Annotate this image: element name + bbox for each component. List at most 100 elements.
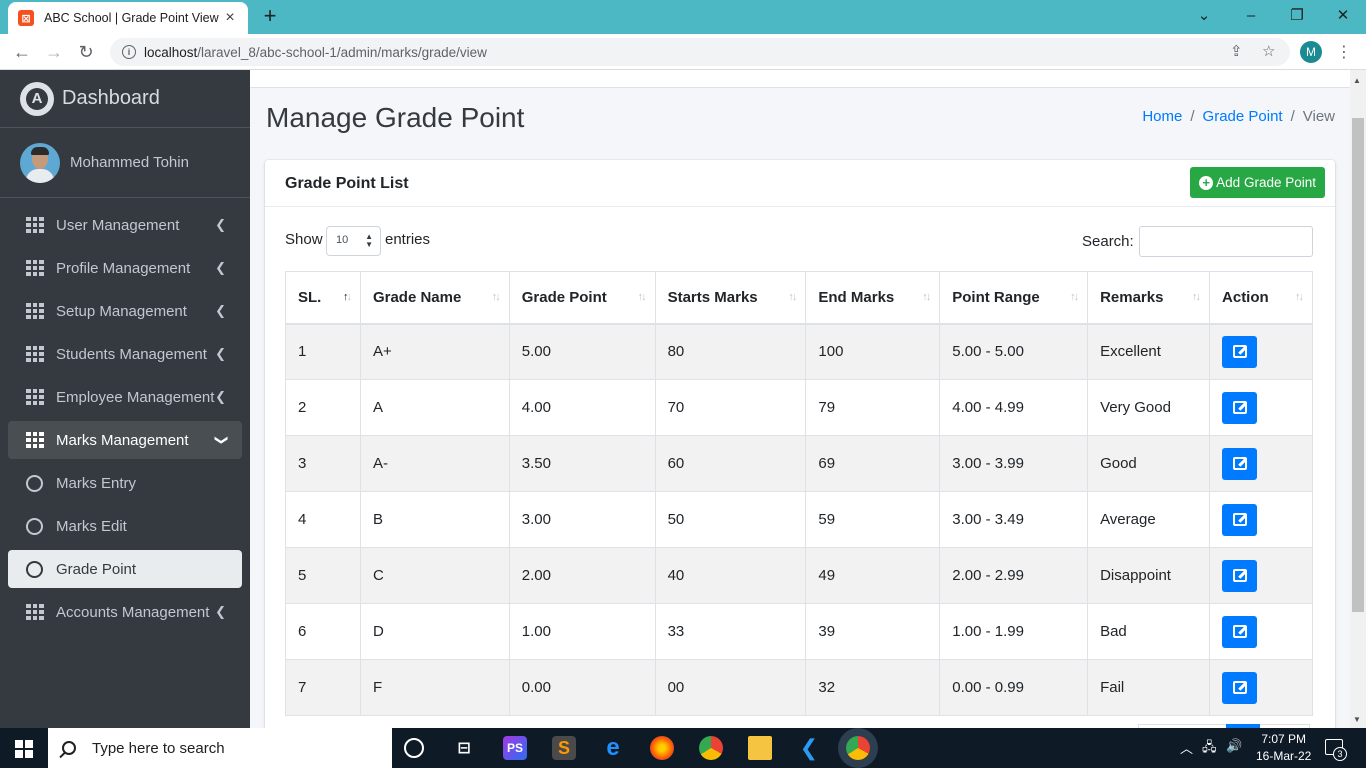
breadcrumb-home-link[interactable]: Home — [1142, 108, 1182, 125]
scroll-down-icon[interactable]: ▼ — [1353, 715, 1361, 724]
user-avatar — [20, 142, 60, 183]
chevron-left-icon: ❮ — [215, 260, 226, 275]
firefox-icon[interactable] — [650, 736, 674, 760]
column-header-remarks[interactable]: Remarks ↑↓ — [1087, 271, 1211, 325]
cell-grade-name: B — [359, 491, 510, 548]
browser-tab[interactable]: ⊠ ABC School | Grade Point View × — [8, 2, 248, 34]
cell-point-range: 0.00 - 0.99 — [939, 659, 1089, 716]
browser-menu-icon[interactable]: ⋮ — [1336, 42, 1352, 62]
column-header-grade-point[interactable]: Grade Point ↑↓ — [508, 271, 656, 325]
restore-button[interactable]: ❐ — [1274, 4, 1320, 28]
column-header-end-marks[interactable]: End Marks ↑↓ — [805, 271, 941, 325]
site-info-icon[interactable]: i — [122, 45, 136, 59]
chrome-active-icon[interactable] — [846, 736, 870, 760]
circle-icon — [26, 560, 43, 578]
system-clock[interactable]: 7:07 PM 16-Mar-22 — [1256, 731, 1311, 765]
cell-grade-point: 1.00 — [508, 603, 656, 660]
address-bar[interactable]: i localhost/laravel_8/abc-school-1/admin… — [110, 38, 1290, 66]
cell-action — [1209, 603, 1313, 660]
network-icon[interactable]: 🖧 — [1202, 738, 1217, 760]
file-explorer-icon[interactable] — [748, 736, 772, 760]
cell-end-marks: 32 — [805, 659, 941, 716]
reload-icon[interactable]: ↻ — [74, 40, 98, 64]
share-icon[interactable]: ⇪ — [1230, 42, 1243, 60]
chrome-icon[interactable] — [699, 736, 723, 760]
column-header-starts-marks[interactable]: Starts Marks ↑↓ — [654, 271, 807, 325]
cell-remarks: Average — [1087, 491, 1211, 548]
sidebar-item-marks-management[interactable]: Marks Management ❮ — [8, 421, 242, 459]
new-tab-button[interactable]: + — [258, 5, 282, 29]
tab-search-icon[interactable]: ⌄ — [1181, 4, 1227, 28]
scrollbar-thumb[interactable] — [1352, 118, 1364, 612]
forward-icon[interactable]: → — [42, 40, 66, 64]
tray-chevron-icon[interactable]: ︿ — [1180, 738, 1193, 757]
sidebar-item-marks-entry[interactable]: Marks Entry — [8, 464, 242, 502]
sidebar-item-grade-point[interactable]: Grade Point — [8, 550, 242, 588]
table-row: 1 A+ 5.00 80 100 5.00 - 5.00 Excellent — [285, 323, 1313, 380]
cell-remarks: Good — [1087, 435, 1211, 492]
close-tab-icon[interactable]: × — [222, 9, 238, 27]
window-close-button[interactable]: ✕ — [1320, 4, 1366, 28]
sidebar-item-employee-management[interactable]: Employee Management ❮ — [8, 378, 242, 416]
bookmark-star-icon[interactable]: ☆ — [1262, 42, 1275, 60]
edit-button[interactable] — [1222, 391, 1258, 424]
cortana-icon[interactable] — [404, 738, 424, 758]
table-grid-icon — [26, 217, 44, 233]
column-header-point-range[interactable]: Point Range ↑↓ — [939, 271, 1089, 325]
edit-button[interactable] — [1222, 615, 1258, 648]
cell-sl: 5 — [285, 547, 361, 604]
table-grid-icon — [26, 389, 44, 405]
edit-button[interactable] — [1222, 671, 1258, 704]
sort-icon: ↑↓ — [491, 291, 501, 303]
column-header-grade-name[interactable]: Grade Name ↑↓ — [359, 271, 510, 325]
top-navbar — [250, 70, 1350, 88]
add-grade-point-label: Add Grade Point — [1216, 175, 1316, 190]
edit-button[interactable] — [1222, 503, 1258, 536]
column-header-sl[interactable]: SL. ↑↓ — [285, 271, 361, 325]
table-row: 5 C 2.00 40 49 2.00 - 2.99 Disappoint — [285, 547, 1313, 604]
breadcrumb-grade-point-link[interactable]: Grade Point — [1203, 108, 1283, 125]
chevron-left-icon: ❮ — [215, 217, 226, 232]
sidebar-item-label: Students Management — [56, 345, 207, 363]
scroll-up-icon[interactable]: ▲ — [1353, 76, 1361, 85]
edit-button[interactable] — [1222, 335, 1258, 368]
sidebar-item-marks-edit[interactable]: Marks Edit — [8, 507, 242, 545]
cell-grade-point: 2.00 — [508, 547, 656, 604]
sort-asc-icon: ↑↓ — [342, 291, 352, 303]
cell-end-marks: 59 — [805, 491, 941, 548]
edit-icon — [1232, 457, 1247, 470]
page-scrollbar[interactable]: ▲ ▼ — [1350, 70, 1366, 728]
phpstorm-icon[interactable]: PS — [503, 736, 527, 760]
user-panel: Mohammed Tohin — [0, 128, 250, 198]
task-view-icon[interactable]: ⊟ — [452, 736, 476, 760]
brand-link[interactable]: A Dashboard — [0, 70, 250, 128]
edit-icon — [1232, 625, 1247, 638]
entries-select[interactable]: 10 ▲ ▼ — [326, 226, 381, 256]
sidebar-item-setup-management[interactable]: Setup Management ❮ — [8, 292, 242, 330]
vscode-icon[interactable]: ❮ — [797, 735, 821, 760]
sublime-text-icon[interactable]: S — [552, 736, 576, 760]
edge-icon[interactable]: e — [601, 734, 625, 761]
taskbar-search-box[interactable]: Type here to search — [48, 728, 392, 768]
back-icon[interactable]: ← — [10, 40, 34, 64]
cell-grade-name: A+ — [359, 323, 510, 380]
tab-title: ABC School | Grade Point View — [44, 11, 219, 25]
sidebar-item-user-management[interactable]: User Management ❮ — [8, 206, 242, 244]
notification-count: 3 — [1333, 747, 1347, 761]
profile-avatar[interactable]: M — [1300, 41, 1322, 63]
volume-icon[interactable]: 🔊 — [1226, 738, 1242, 754]
card-header: Grade Point List + Add Grade Point — [265, 160, 1335, 207]
main-content: Manage Grade Point Home / Grade Point / … — [250, 70, 1350, 728]
sidebar-item-accounts-management[interactable]: Accounts Management ❮ — [8, 593, 242, 631]
edit-button[interactable] — [1222, 447, 1258, 480]
edit-icon — [1232, 569, 1247, 582]
add-grade-point-button[interactable]: + Add Grade Point — [1190, 167, 1325, 198]
search-input[interactable] — [1139, 226, 1313, 257]
sidebar-item-students-management[interactable]: Students Management ❮ — [8, 335, 242, 373]
user-name[interactable]: Mohammed Tohin — [70, 154, 189, 171]
windows-start-icon[interactable] — [15, 740, 33, 758]
column-header-action[interactable]: Action ↑↓ — [1209, 271, 1313, 325]
minimize-button[interactable]: – — [1228, 4, 1274, 28]
edit-button[interactable] — [1222, 559, 1258, 592]
sidebar-item-profile-management[interactable]: Profile Management ❮ — [8, 249, 242, 287]
